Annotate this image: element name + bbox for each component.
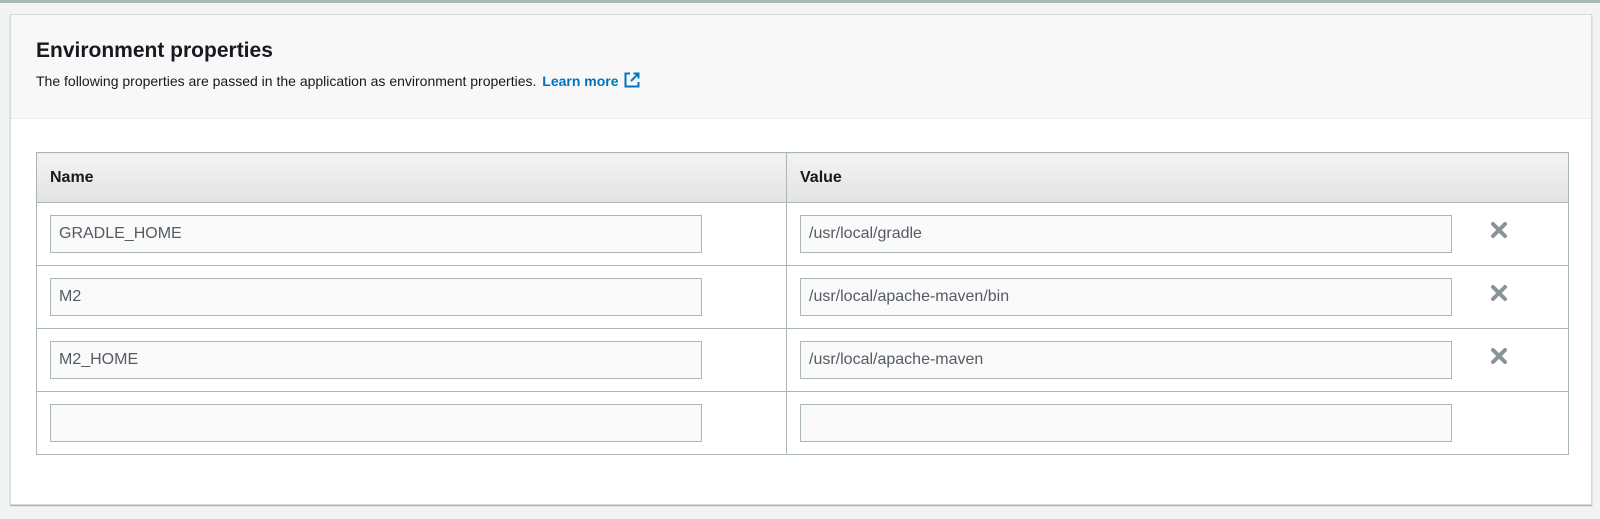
close-icon bbox=[1490, 222, 1508, 242]
close-icon bbox=[1490, 348, 1508, 368]
panel-title: Environment properties bbox=[36, 39, 273, 62]
property-name-input[interactable] bbox=[50, 278, 702, 316]
learn-more-link[interactable]: Learn more bbox=[542, 72, 640, 89]
remove-property-button[interactable] bbox=[1490, 221, 1508, 239]
property-name-input[interactable] bbox=[50, 404, 702, 442]
table-header-row: Name Value bbox=[36, 152, 1569, 203]
environment-properties-table: Name Value bbox=[36, 152, 1569, 455]
property-value-input[interactable] bbox=[800, 278, 1452, 316]
close-icon bbox=[1490, 285, 1508, 305]
property-name-input[interactable] bbox=[50, 341, 702, 379]
property-value-input[interactable] bbox=[800, 341, 1452, 379]
property-value-input[interactable] bbox=[800, 215, 1452, 253]
name-cell bbox=[36, 328, 787, 392]
property-name-input[interactable] bbox=[50, 215, 702, 253]
table-header: Name Value bbox=[36, 152, 1569, 203]
panel-description-text: The following properties are passed in t… bbox=[36, 73, 537, 89]
table-row bbox=[36, 202, 1569, 266]
name-cell bbox=[36, 202, 787, 266]
learn-more-label: Learn more bbox=[542, 73, 619, 89]
value-cell bbox=[786, 391, 1569, 455]
remove-property-button[interactable] bbox=[1490, 347, 1508, 365]
environment-properties-panel: Environment properties The following pro… bbox=[10, 14, 1592, 505]
page-top-edge bbox=[0, 0, 1600, 3]
table-row bbox=[36, 328, 1569, 392]
value-cell bbox=[786, 265, 1569, 329]
name-cell bbox=[36, 391, 787, 455]
value-cell bbox=[786, 202, 1569, 266]
external-link-icon bbox=[623, 71, 641, 93]
table-body bbox=[36, 202, 1569, 455]
value-cell bbox=[786, 328, 1569, 392]
panel-header: Environment properties The following pro… bbox=[11, 15, 1591, 119]
column-header-value: Value bbox=[786, 152, 1569, 203]
table-row bbox=[36, 391, 1569, 455]
column-header-name: Name bbox=[36, 152, 787, 203]
remove-property-button[interactable] bbox=[1490, 284, 1508, 302]
panel-description: The following properties are passed in t… bbox=[36, 71, 641, 93]
property-value-input[interactable] bbox=[800, 404, 1452, 442]
name-cell bbox=[36, 265, 787, 329]
table-row bbox=[36, 265, 1569, 329]
